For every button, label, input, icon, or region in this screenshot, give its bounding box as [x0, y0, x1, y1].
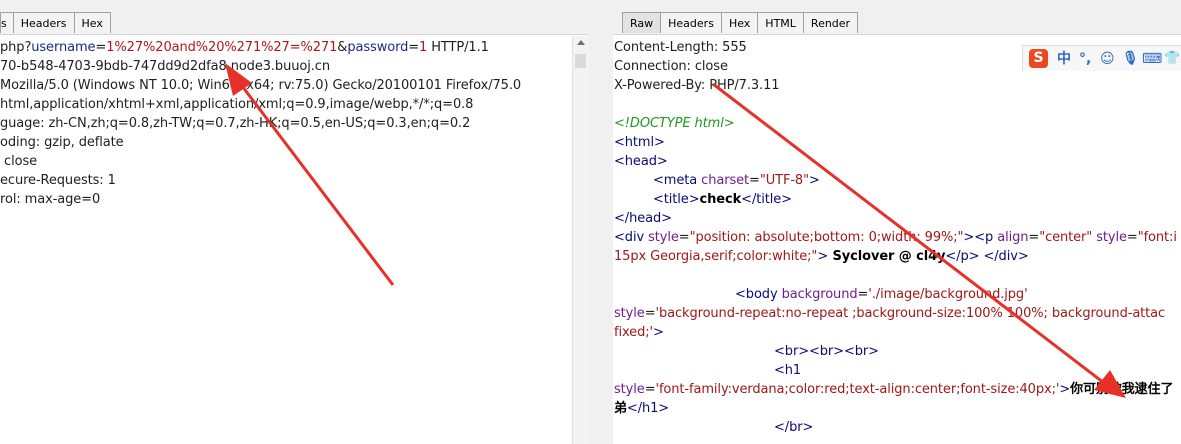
request-line: php?username=1%27%20and%20%271%27=%271&p…: [0, 40, 489, 55]
accept-header: html,application/xhtml+xml,application/x…: [0, 97, 474, 112]
user-agent-header: Mozilla/5.0 (Windows NT 10.0; Win64; x64…: [0, 78, 522, 93]
sogou-logo-icon[interactable]: S: [1029, 49, 1048, 68]
chinese-mode-icon[interactable]: 中: [1057, 50, 1071, 68]
tab-params[interactable]: s: [0, 12, 14, 33]
h1-style-line: style='font-family:verdana;color:red;tex…: [614, 382, 1174, 397]
h1-close-line: 弟</h1>: [614, 401, 670, 416]
br-close-tag: </br>: [774, 420, 814, 435]
x-powered-by-header: X-Powered-By: PHP/7.3.11: [614, 78, 780, 93]
request-scrollbar[interactable]: [572, 36, 589, 444]
title-tag: <title>check</title>: [653, 192, 792, 207]
scroll-thumb[interactable]: [575, 54, 586, 68]
request-editor[interactable]: php?username=1%27%20and%20%271%27=%271&p…: [0, 36, 589, 444]
request-tabbar: s Headers Hex: [0, 0, 589, 35]
emoji-icon[interactable]: ☺: [1100, 50, 1115, 68]
split-divider[interactable]: [589, 0, 613, 444]
connection-header: Connection: close: [614, 59, 728, 74]
request-pane: s Headers Hex php?username=1%27%20and%20…: [0, 0, 589, 444]
punctuation-icon[interactable]: °,: [1079, 50, 1091, 68]
tab-headers[interactable]: Headers: [12, 12, 75, 33]
host-header: 70-b548-4703-9bdb-747dd9d2dfa8.node3.buu…: [0, 59, 330, 74]
body-style-line-end: fixed;'>: [614, 325, 664, 340]
h1-open-tag: <h1: [774, 363, 802, 378]
head-close-tag: </head>: [614, 211, 672, 226]
response-tabs: Raw Headers Hex HTML Render: [622, 12, 859, 34]
br-tags: <br><br><br>: [774, 344, 879, 359]
tab-render[interactable]: Render: [802, 12, 859, 33]
tab-headers[interactable]: Headers: [660, 12, 722, 33]
div-tag-continued: 15px Georgia,serif;color:white;"> Syclov…: [614, 249, 1029, 264]
connection-header: close: [0, 154, 38, 169]
response-tabbar: Raw Headers Hex HTML Render: [613, 0, 1181, 35]
tab-raw[interactable]: Raw: [622, 12, 662, 33]
div-tag: <div style="position: absolute;bottom: 0…: [614, 230, 1177, 245]
accept-encoding-header: oding: gzip, deflate: [0, 135, 124, 150]
tab-hex[interactable]: Hex: [720, 12, 759, 33]
head-open-tag: <head>: [614, 154, 668, 169]
html-open-tag: <html>: [614, 135, 665, 150]
ime-toolbar: S 中 °, ☺ 🎙 ⌨ 👕: [1022, 45, 1181, 71]
tab-html[interactable]: HTML: [757, 12, 804, 33]
meta-tag: <meta charset="UTF-8">: [653, 173, 820, 188]
response-editor[interactable]: Content-Length: 555 Connection: close X-…: [613, 36, 1181, 444]
scroll-up-icon[interactable]: [577, 40, 585, 45]
content-length-header: Content-Length: 555: [614, 40, 747, 55]
cache-control-header: rol: max-age=0: [0, 192, 101, 207]
skin-icon[interactable]: 👕: [1164, 50, 1180, 68]
tab-hex[interactable]: Hex: [73, 12, 111, 33]
keyboard-icon[interactable]: ⌨: [1142, 50, 1162, 68]
body-style-line: style='background-repeat:no-repeat ;back…: [614, 306, 1166, 321]
upgrade-insecure-header: ecure-Requests: 1: [0, 173, 116, 188]
accept-language-header: guage: zh-CN,zh;q=0.8,zh-TW;q=0.7,zh-HK;…: [0, 116, 471, 131]
doctype-line: <!DOCTYPE html>: [614, 116, 735, 131]
request-tabs: s Headers Hex: [0, 12, 111, 34]
body-tag: <body background='./image/background.jpg…: [735, 287, 1028, 302]
microphone-icon[interactable]: 🎙: [1122, 50, 1139, 68]
